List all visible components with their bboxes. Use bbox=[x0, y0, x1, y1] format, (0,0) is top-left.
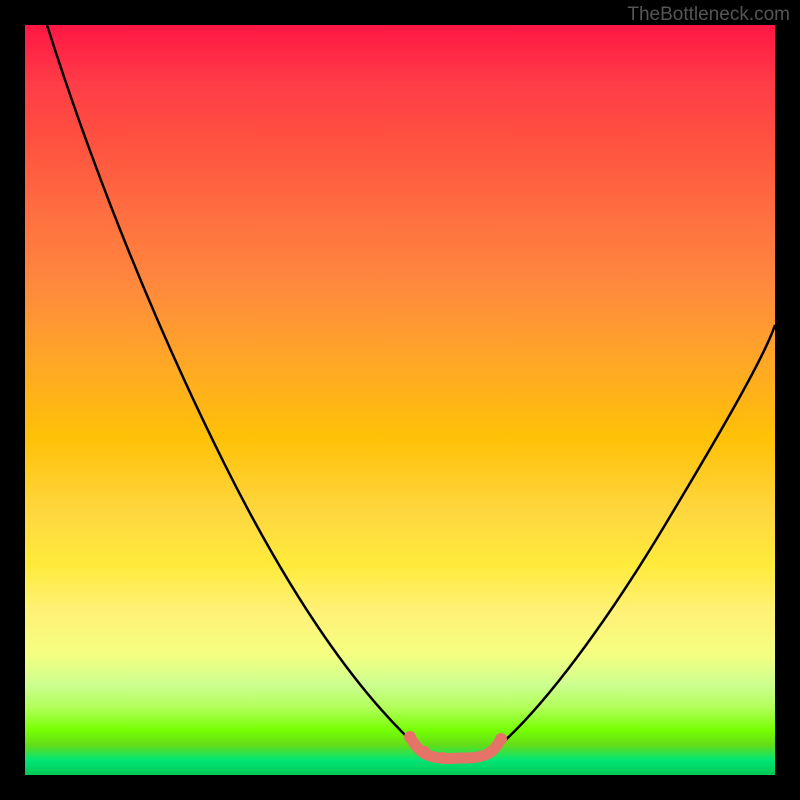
optimal-dot bbox=[404, 731, 416, 743]
optimal-dot bbox=[455, 753, 465, 763]
optimal-dot bbox=[420, 746, 430, 756]
optimal-dot bbox=[472, 752, 482, 762]
bottleneck-curve-svg bbox=[25, 25, 775, 775]
watermark-text: TheBottleneck.com bbox=[627, 4, 790, 26]
optimal-dot bbox=[495, 733, 507, 745]
optimal-dot bbox=[438, 752, 448, 762]
chart-plot-area bbox=[25, 25, 775, 775]
bottleneck-curve-line bbox=[47, 25, 775, 757]
